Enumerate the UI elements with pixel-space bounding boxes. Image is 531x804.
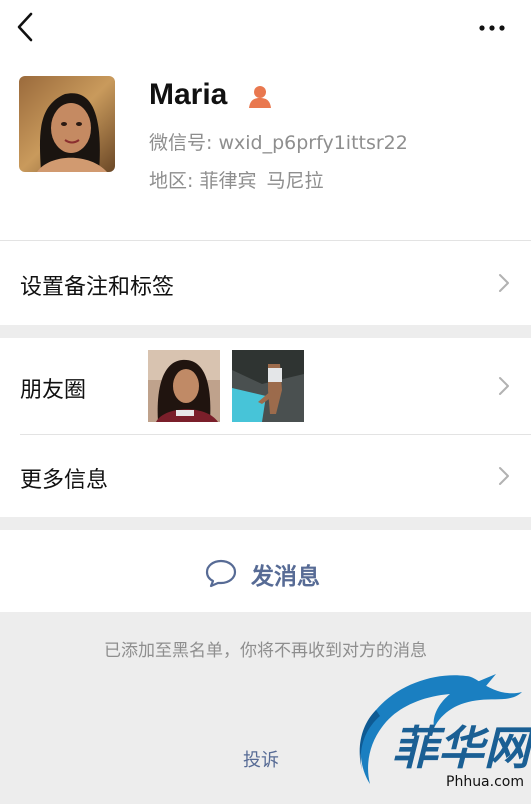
- profile-name: Maria: [149, 78, 228, 111]
- chat-bubble-icon: [205, 559, 237, 588]
- chevron-left-icon[interactable]: [12, 10, 38, 44]
- ellipsis-icon[interactable]: [474, 16, 510, 40]
- send-message-button[interactable]: 发消息: [0, 530, 531, 612]
- moments-photo: [148, 350, 220, 422]
- send-message-label: 发消息: [251, 564, 320, 590]
- report-link[interactable]: 投诉: [243, 746, 279, 772]
- blocked-notice: 已添加至黑名单，你将不再收到对方的消息: [104, 641, 427, 661]
- section-gap: [0, 325, 531, 338]
- moments-label: 朋友圈: [20, 378, 87, 403]
- region: 地区: 菲律宾 马尼拉: [149, 166, 323, 193]
- watermark-text: 菲华网: [392, 721, 530, 775]
- region-country: 菲律宾: [199, 170, 257, 192]
- chevron-right-icon: [499, 377, 509, 395]
- chevron-right-icon: [499, 467, 509, 485]
- section-gap: [0, 517, 531, 530]
- chevron-right-icon: [499, 274, 509, 292]
- avatar[interactable]: [19, 76, 115, 172]
- wechat-id-label: 微信号:: [149, 132, 219, 154]
- remark-tags-label: 设置备注和标签: [20, 275, 175, 300]
- moments-photo: [232, 350, 304, 422]
- region-city: 马尼拉: [266, 170, 324, 192]
- profile-header: Maria 微信号: wxid_p6prfy1ittsr22 地区: 菲律宾 马尼…: [0, 60, 531, 240]
- region-label: 地区:: [149, 170, 200, 192]
- moments-row[interactable]: 朋友圈: [0, 338, 531, 434]
- more-info-label: 更多信息: [20, 468, 109, 493]
- more-info-row[interactable]: 更多信息: [0, 435, 531, 517]
- remark-tags-row[interactable]: 设置备注和标签: [0, 241, 531, 325]
- top-bar: [0, 0, 531, 60]
- wechat-id: 微信号: wxid_p6prfy1ittsr22: [149, 128, 408, 155]
- watermark-site: Phhua.com: [446, 774, 524, 790]
- person-icon: [249, 86, 271, 108]
- wechat-id-value: wxid_p6prfy1ittsr22: [218, 132, 408, 154]
